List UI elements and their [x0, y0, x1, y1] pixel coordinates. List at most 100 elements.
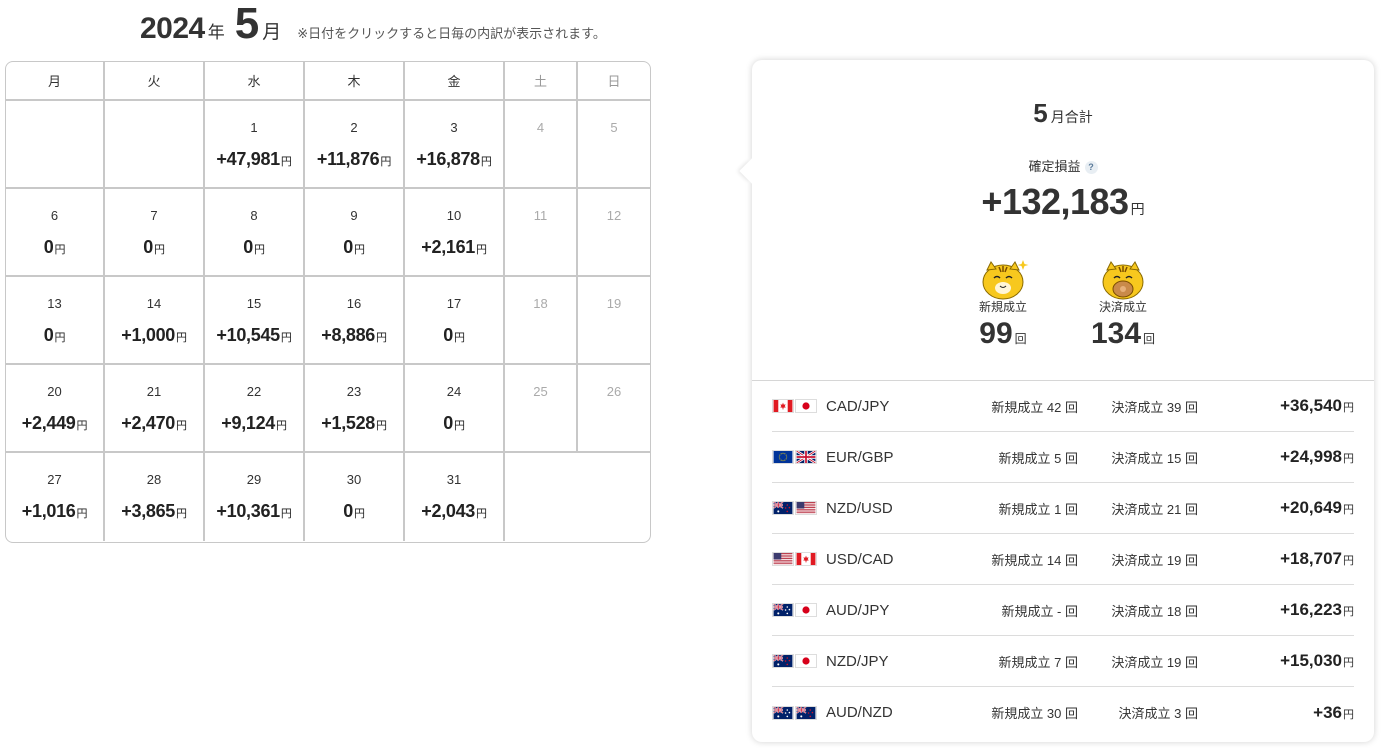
calendar-day-3[interactable]: 3 +16,878円	[405, 101, 505, 189]
help-icon[interactable]: ?	[1084, 161, 1098, 175]
pair-close-count: 決済成立 21 回	[1111, 501, 1198, 517]
pair-new-count: 新規成立 5 回	[998, 450, 1078, 466]
calendar-day-14[interactable]: 14 +1,000円	[105, 277, 205, 365]
calendar-day-28[interactable]: 28 +3,865円	[105, 453, 205, 541]
pair-name: EUR/GBP	[826, 448, 894, 466]
calendar-day-1[interactable]: 1 +47,981円	[205, 101, 305, 189]
yen-unit: 円	[1343, 402, 1354, 414]
day-profit-amount: +10,545	[216, 325, 280, 345]
calendar-day-16[interactable]: 16 +8,886円	[305, 277, 405, 365]
day-number: 26	[606, 384, 622, 399]
day-profit-amount: +11,876	[316, 149, 380, 169]
day-number: 17	[446, 296, 462, 311]
calendar-day-24[interactable]: 24 0円	[405, 365, 505, 453]
calendar-day-10[interactable]: 10 +2,161円	[405, 189, 505, 277]
currency-pair-row[interactable]: NZD/JPY 新規成立 7 回 決済成立 19 回 +15,030円	[772, 636, 1354, 687]
new-orders-stat: 新規成立 99 回	[948, 258, 1058, 351]
month-unit: 月	[262, 22, 282, 43]
pair-profit: +20,649円	[1280, 498, 1354, 518]
day-number: 20	[47, 384, 62, 399]
day-profit-amount: +2,161	[421, 237, 476, 257]
calendar-day-empty	[105, 101, 205, 189]
day-profit: +1,000円	[105, 325, 203, 346]
day-profit-amount: +1,000	[121, 325, 176, 345]
yen-unit: 円	[354, 244, 365, 256]
day-profit: +10,361円	[205, 501, 303, 522]
count-unit: 回	[1014, 332, 1027, 346]
weekday-tue: 火	[105, 62, 205, 101]
currency-pair-row[interactable]: AUD/JPY 新規成立 - 回 決済成立 18 回 +16,223円	[772, 585, 1354, 636]
weekday-mon: 月	[6, 62, 105, 101]
day-profit: +2,449円	[6, 413, 103, 434]
calendar-day-31[interactable]: 31 +2,043円	[405, 453, 505, 541]
day-profit: +47,981円	[205, 149, 303, 170]
currency-pair-row[interactable]: EUR/GBP 新規成立 5 回 決済成立 15 回 +24,998円	[772, 432, 1354, 483]
day-number: 29	[246, 472, 262, 487]
day-number: 16	[346, 296, 362, 311]
day-number: 2	[350, 120, 358, 135]
calendar-day-27[interactable]: 27 +1,016円	[6, 453, 105, 541]
day-profit-amount: +10,361	[216, 501, 280, 521]
calendar-filler	[505, 453, 578, 541]
day-profit: +9,124円	[205, 413, 303, 434]
calendar-day-2[interactable]: 2 +11,876円	[305, 101, 405, 189]
day-profit: +2,161円	[405, 237, 503, 258]
pair-name: USD/CAD	[826, 550, 894, 568]
closed-orders-label: 決済成立	[1098, 300, 1147, 314]
yen-unit: 円	[454, 332, 465, 344]
calendar-day-8[interactable]: 8 0円	[205, 189, 305, 277]
currency-flags-icon	[772, 500, 824, 516]
calendar-day-20[interactable]: 20 +2,449円	[6, 365, 105, 453]
calendar-day-17[interactable]: 17 0円	[405, 277, 505, 365]
day-profit-amount: +2,043	[421, 501, 476, 521]
calendar-day-21[interactable]: 21 +2,470円	[105, 365, 205, 453]
month: 5	[234, 0, 260, 48]
yen-unit: 円	[280, 508, 292, 520]
day-number: 19	[606, 296, 622, 311]
yen-unit: 円	[1130, 201, 1145, 217]
calendar-day-7[interactable]: 7 0円	[105, 189, 205, 277]
closed-orders-value: 134 回	[1068, 317, 1178, 351]
currency-pair-row[interactable]: NZD/USD 新規成立 1 回 決済成立 21 回 +20,649円	[772, 483, 1354, 534]
pair-close-count: 決済成立 39 回	[1111, 399, 1198, 415]
yen-unit: 円	[54, 244, 66, 256]
day-profit-amount: +2,470	[121, 413, 176, 433]
day-profit: +11,876円	[305, 149, 403, 170]
currency-pair-row[interactable]: USD/CAD 新規成立 14 回 決済成立 19 回 +18,707円	[772, 534, 1354, 585]
day-profit-amount: +3,865	[121, 501, 176, 521]
calendar-day-22[interactable]: 22 +9,124円	[205, 365, 305, 453]
weekday-thu: 木	[305, 62, 405, 101]
summary-title: 5 月合計	[752, 98, 1374, 129]
yen-unit: 円	[376, 420, 387, 432]
day-number: 31	[446, 472, 462, 487]
currency-flags-icon	[772, 398, 824, 414]
day-profit: 0円	[105, 237, 203, 258]
calendar-day-4[interactable]: 4	[505, 101, 578, 189]
day-number: 1	[250, 120, 258, 135]
calendar-day-12[interactable]: 12	[578, 189, 650, 277]
calendar-day-23[interactable]: 23 +1,528円	[305, 365, 405, 453]
calendar-day-11[interactable]: 11	[505, 189, 578, 277]
day-profit: +10,545円	[205, 325, 303, 346]
currency-flags-icon	[772, 653, 824, 669]
calendar-day-9[interactable]: 9 0円	[305, 189, 405, 277]
currency-pair-row[interactable]: AUD/NZD 新規成立 30 回 決済成立 3 回 +36円	[772, 687, 1354, 738]
closed-orders-count: 134	[1090, 317, 1142, 350]
pair-name: CAD/JPY	[826, 397, 890, 415]
calendar-day-18[interactable]: 18	[505, 277, 578, 365]
calendar-day-30[interactable]: 30 0円	[305, 453, 405, 541]
calendar-day-13[interactable]: 13 0円	[6, 277, 105, 365]
currency-pair-row[interactable]: CAD/JPY 新規成立 42 回 決済成立 39 回 +36,540円	[772, 381, 1354, 432]
calendar-day-6[interactable]: 6 0円	[6, 189, 105, 277]
pair-close-count: 決済成立 15 回	[1111, 450, 1198, 466]
calendar-header: 2024 年 5 月 ※日付をクリックすると日毎の内訳が表示されます。	[140, 2, 606, 52]
calendar-day-26[interactable]: 26	[578, 365, 650, 453]
calendar-day-25[interactable]: 25	[505, 365, 578, 453]
calendar-day-29[interactable]: 29 +10,361円	[205, 453, 305, 541]
calendar-day-5[interactable]: 5	[578, 101, 650, 189]
day-profit-amount: 0	[443, 413, 453, 433]
calendar-day-15[interactable]: 15 +10,545円	[205, 277, 305, 365]
tiger-mascot-icon	[1099, 258, 1147, 300]
day-profit-amount: +1,528	[321, 413, 376, 433]
calendar-day-19[interactable]: 19	[578, 277, 650, 365]
